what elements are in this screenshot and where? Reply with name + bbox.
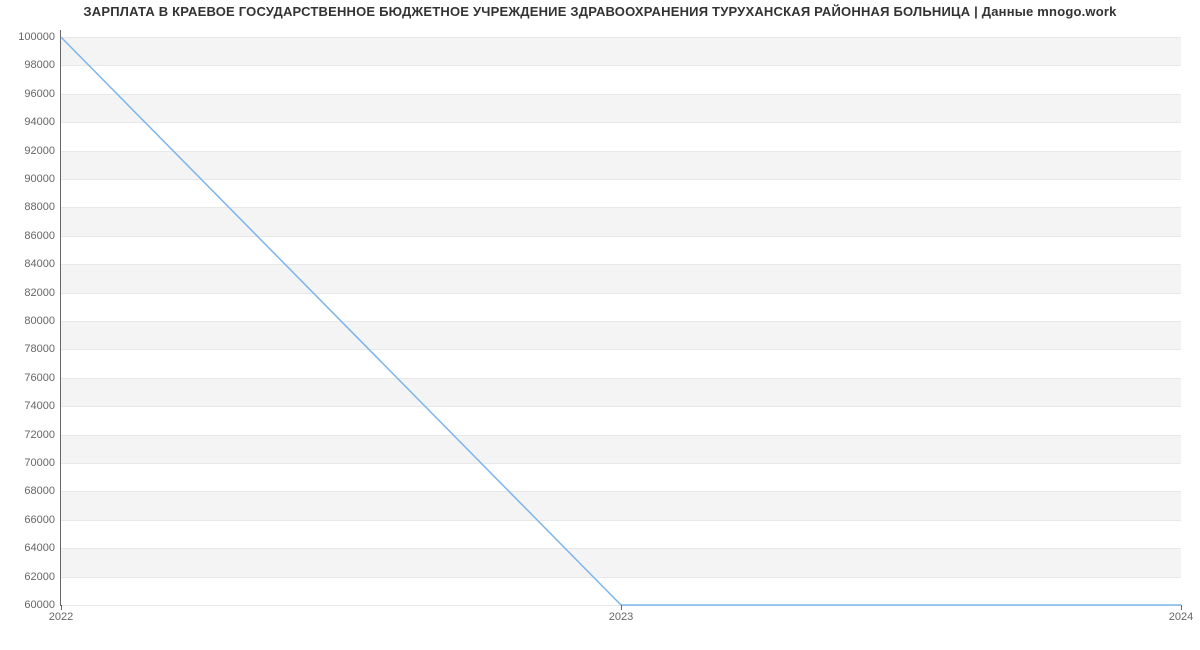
y-tick-label: 60000 — [24, 599, 55, 611]
chart-container: ЗАРПЛАТА В КРАЕВОЕ ГОСУДАРСТВЕННОЕ БЮДЖЕ… — [0, 0, 1200, 650]
y-tick-label: 94000 — [24, 116, 55, 128]
y-tick-label: 74000 — [24, 400, 55, 412]
y-tick-label: 84000 — [24, 258, 55, 270]
y-tick-label: 66000 — [24, 514, 55, 526]
x-tick-label: 2022 — [49, 611, 73, 623]
y-tick-label: 72000 — [24, 429, 55, 441]
y-tick-label: 100000 — [18, 31, 55, 43]
x-tick — [621, 605, 622, 610]
data-line — [61, 37, 1181, 605]
x-tick-label: 2024 — [1169, 611, 1193, 623]
y-tick-label: 76000 — [24, 372, 55, 384]
y-tick-label: 68000 — [24, 485, 55, 497]
x-tick-label: 2023 — [609, 611, 633, 623]
y-tick-label: 80000 — [24, 315, 55, 327]
y-tick-label: 64000 — [24, 542, 55, 554]
y-tick-label: 88000 — [24, 201, 55, 213]
x-tick — [61, 605, 62, 610]
line-series — [61, 30, 1181, 605]
y-tick-label: 86000 — [24, 230, 55, 242]
plot-area: 6000062000640006600068000700007200074000… — [60, 30, 1181, 606]
y-tick-label: 92000 — [24, 145, 55, 157]
y-tick-label: 70000 — [24, 457, 55, 469]
chart-title: ЗАРПЛАТА В КРАЕВОЕ ГОСУДАРСТВЕННОЕ БЮДЖЕ… — [0, 4, 1200, 19]
y-tick-label: 62000 — [24, 571, 55, 583]
y-tick-label: 90000 — [24, 173, 55, 185]
y-tick-label: 82000 — [24, 287, 55, 299]
y-tick-label: 78000 — [24, 343, 55, 355]
y-tick-label: 96000 — [24, 88, 55, 100]
y-tick-label: 98000 — [24, 59, 55, 71]
x-tick — [1181, 605, 1182, 610]
